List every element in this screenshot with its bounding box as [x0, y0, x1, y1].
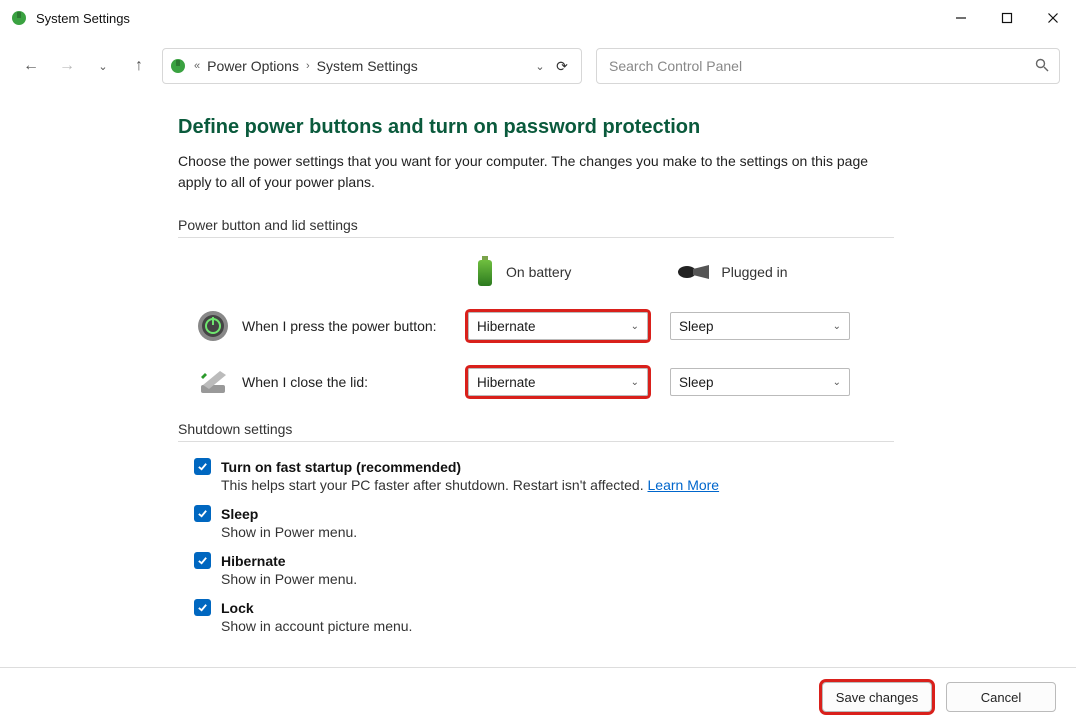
- close-lid-on-battery-select[interactable]: Hibernate ⌄: [468, 368, 648, 396]
- app-icon: [10, 9, 28, 27]
- fast-startup-label: Turn on fast startup (recommended): [221, 459, 461, 475]
- search-box[interactable]: [596, 48, 1060, 84]
- chevron-right-icon: ›: [303, 60, 313, 72]
- divider: [178, 441, 894, 442]
- search-input[interactable]: [607, 57, 1035, 75]
- section-power-lid-label: Power button and lid settings: [178, 217, 1076, 233]
- hibernate-desc: Show in Power menu.: [221, 571, 1076, 587]
- divider: [178, 237, 894, 238]
- back-button[interactable]: ←: [18, 53, 44, 79]
- close-lid-icon: [196, 365, 230, 399]
- column-plugged-in: Plugged in: [675, 262, 787, 282]
- sleep-checkbox[interactable]: [194, 505, 211, 522]
- breadcrumb[interactable]: « Power Options › System Settings ⌄ ⟳: [162, 48, 582, 84]
- column-plugged-in-label: Plugged in: [721, 264, 787, 280]
- close-button[interactable]: [1030, 0, 1076, 36]
- up-button[interactable]: ↑: [126, 53, 152, 79]
- sleep-desc: Show in Power menu.: [221, 524, 1076, 540]
- recent-locations-button[interactable]: ⌄: [90, 53, 116, 79]
- lock-checkbox[interactable]: [194, 599, 211, 616]
- titlebar: System Settings: [0, 0, 1076, 36]
- fast-startup-item: Turn on fast startup (recommended) This …: [194, 458, 1076, 493]
- chevron-down-icon: ⌄: [833, 377, 841, 388]
- column-on-battery: On battery: [474, 254, 571, 289]
- lock-label: Lock: [221, 600, 254, 616]
- row-power-button-label: When I press the power button:: [242, 318, 468, 334]
- plug-icon: [675, 262, 711, 282]
- power-button-on-battery-select[interactable]: Hibernate ⌄: [468, 312, 648, 340]
- page-description: Choose the power settings that you want …: [178, 151, 898, 193]
- forward-button[interactable]: →: [54, 53, 80, 79]
- minimize-button[interactable]: [938, 0, 984, 36]
- section-shutdown-label: Shutdown settings: [178, 421, 1076, 437]
- learn-more-link[interactable]: Learn More: [648, 477, 720, 493]
- control-panel-icon: [169, 57, 187, 75]
- sleep-label: Sleep: [221, 506, 258, 522]
- content-pane: Define power buttons and turn on passwor…: [0, 86, 1076, 667]
- cancel-button[interactable]: Cancel: [946, 682, 1056, 712]
- footer: Save changes Cancel: [0, 667, 1076, 726]
- breadcrumb-seg-power-options[interactable]: Power Options: [203, 58, 303, 74]
- window-title: System Settings: [36, 11, 938, 26]
- fast-startup-checkbox[interactable]: [194, 458, 211, 475]
- hibernate-label: Hibernate: [221, 553, 286, 569]
- refresh-button[interactable]: ⟳: [551, 58, 573, 75]
- breadcrumb-dropdown[interactable]: ⌄: [529, 60, 551, 73]
- page-title: Define power buttons and turn on passwor…: [178, 116, 1076, 139]
- save-changes-button[interactable]: Save changes: [822, 682, 932, 712]
- row-power-button: When I press the power button: Hibernate…: [178, 309, 1076, 343]
- maximize-button[interactable]: [984, 0, 1030, 36]
- hibernate-checkbox[interactable]: [194, 552, 211, 569]
- row-close-lid-label: When I close the lid:: [242, 374, 468, 390]
- chevron-down-icon: ⌄: [631, 377, 639, 388]
- power-button-plugged-in-select[interactable]: Sleep ⌄: [670, 312, 850, 340]
- search-icon: [1035, 58, 1049, 75]
- sleep-item: Sleep Show in Power menu.: [194, 505, 1076, 540]
- lock-item: Lock Show in account picture menu.: [194, 599, 1076, 634]
- breadcrumb-seg-system-settings[interactable]: System Settings: [313, 58, 422, 74]
- close-lid-plugged-in-select[interactable]: Sleep ⌄: [670, 368, 850, 396]
- hibernate-item: Hibernate Show in Power menu.: [194, 552, 1076, 587]
- chevron-down-icon: ⌄: [631, 321, 639, 332]
- fast-startup-desc: This helps start your PC faster after sh…: [221, 477, 1076, 493]
- breadcrumb-root-chevron[interactable]: «: [191, 60, 203, 72]
- chevron-down-icon: ⌄: [833, 321, 841, 332]
- power-button-icon: [196, 309, 230, 343]
- column-on-battery-label: On battery: [506, 264, 571, 280]
- lock-desc: Show in account picture menu.: [221, 618, 1076, 634]
- row-close-lid: When I close the lid: Hibernate ⌄ Sleep …: [178, 365, 1076, 399]
- navbar: ← → ⌄ ↑ « Power Options › System Setting…: [0, 46, 1076, 86]
- battery-icon: [474, 254, 496, 289]
